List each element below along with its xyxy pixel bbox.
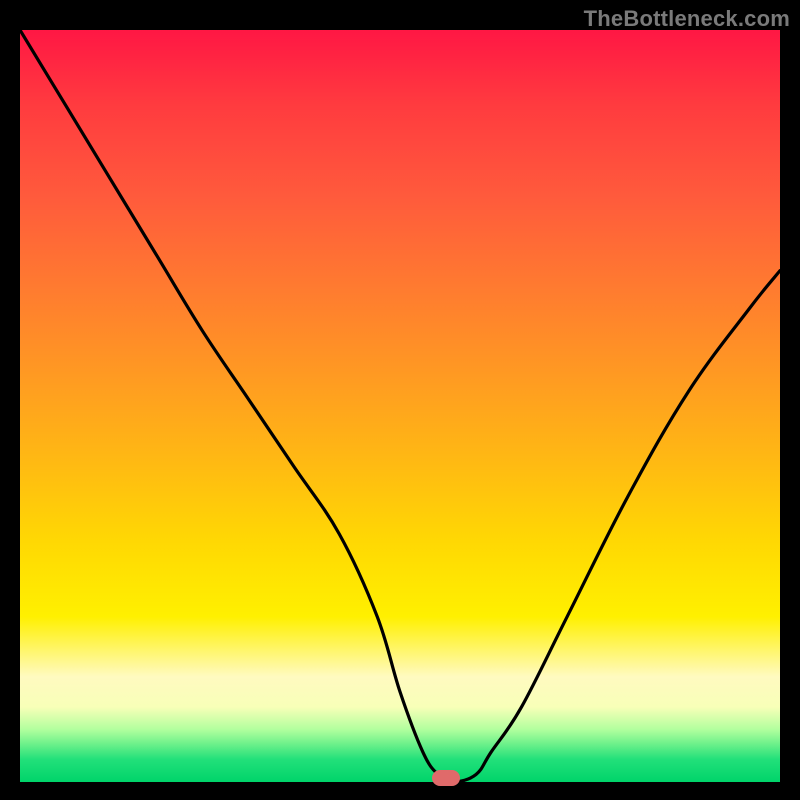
stage: TheBottleneck.com (0, 0, 800, 800)
watermark-text: TheBottleneck.com (584, 6, 790, 32)
plot-frame (20, 30, 780, 782)
optimal-marker (432, 770, 460, 786)
curve-path (20, 30, 780, 782)
bottleneck-curve (20, 30, 780, 782)
